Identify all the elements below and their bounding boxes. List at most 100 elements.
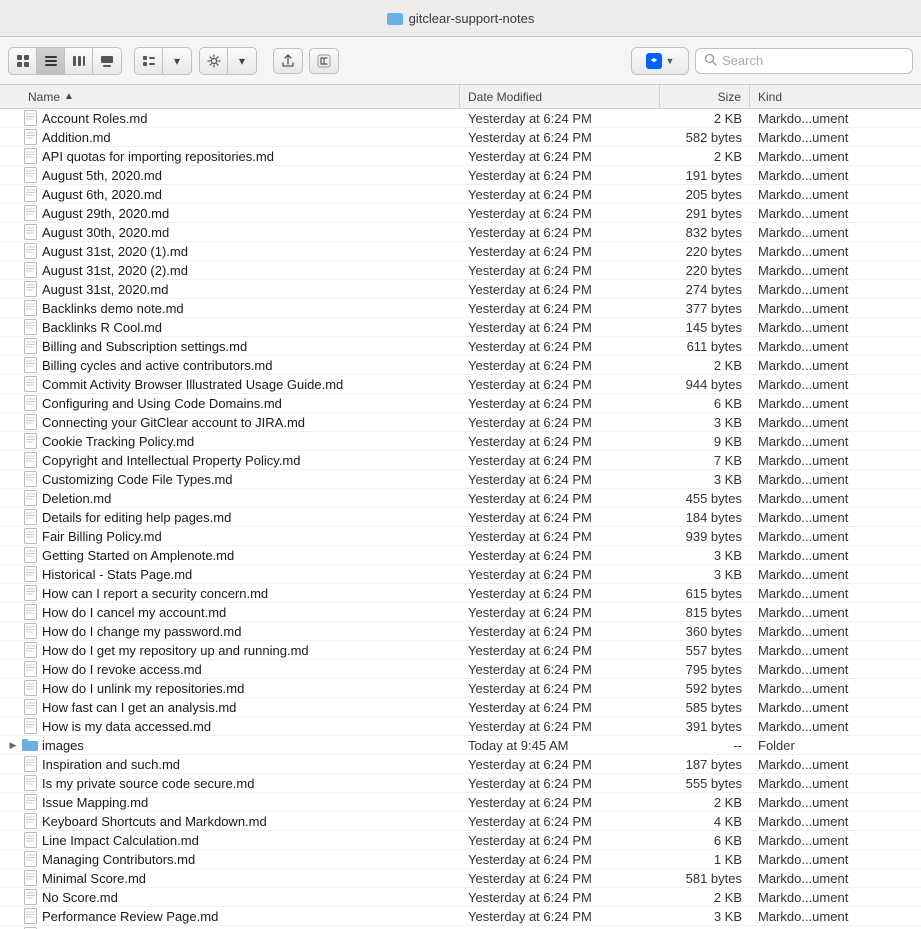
table-row[interactable]: August 31st, 2020 (1).md Yesterday at 6:… — [0, 242, 921, 261]
icon-view-btn[interactable] — [9, 48, 37, 74]
back-btn[interactable] — [309, 48, 339, 74]
col-header-size[interactable]: Size — [660, 85, 750, 108]
doc-icon — [22, 262, 38, 278]
table-row[interactable]: Is my private source code secure.md Yest… — [0, 774, 921, 793]
col-header-kind[interactable]: Kind — [750, 85, 921, 108]
file-size: 2 KB — [660, 358, 750, 373]
file-size: 557 bytes — [660, 643, 750, 658]
group-btn[interactable] — [135, 48, 163, 74]
table-row[interactable]: August 31st, 2020.md Yesterday at 6:24 P… — [0, 280, 921, 299]
file-name-cell: August 31st, 2020 (1).md — [0, 242, 460, 260]
gallery-view-btn[interactable] — [93, 48, 121, 74]
table-row[interactable]: Configuring and Using Code Domains.md Ye… — [0, 394, 921, 413]
group-dropdown-btn[interactable]: ▾ — [163, 48, 191, 74]
table-row[interactable]: Issue Mapping.md Yesterday at 6:24 PM 2 … — [0, 793, 921, 812]
file-date: Yesterday at 6:24 PM — [460, 301, 660, 316]
file-size: 832 bytes — [660, 225, 750, 240]
file-date: Yesterday at 6:24 PM — [460, 719, 660, 734]
table-row[interactable]: Copyright and Intellectual Property Poli… — [0, 451, 921, 470]
file-name-cell: Billing cycles and active contributors.m… — [0, 356, 460, 374]
file-date: Yesterday at 6:24 PM — [460, 567, 660, 582]
table-row[interactable]: Getting Started on Amplenote.md Yesterda… — [0, 546, 921, 565]
file-name-cell: Minimal Score.md — [0, 869, 460, 887]
file-name: How do I cancel my account.md — [42, 605, 226, 620]
col-header-name[interactable]: Name ▲ — [0, 85, 460, 108]
table-row[interactable]: How do I get my repository up and runnin… — [0, 641, 921, 660]
doc-icon — [22, 547, 38, 563]
table-row[interactable]: Performance Review Page.md Yesterday at … — [0, 907, 921, 926]
table-row[interactable]: Customizing Code File Types.md Yesterday… — [0, 470, 921, 489]
table-row[interactable]: Commit Activity Browser Illustrated Usag… — [0, 375, 921, 394]
file-name: Performance Review Page.md — [42, 909, 218, 924]
table-row[interactable]: August 6th, 2020.md Yesterday at 6:24 PM… — [0, 185, 921, 204]
table-row[interactable]: Account Roles.md Yesterday at 6:24 PM 2 … — [0, 109, 921, 128]
table-row[interactable]: How is my data accessed.md Yesterday at … — [0, 717, 921, 736]
table-row[interactable]: Fair Billing Policy.md Yesterday at 6:24… — [0, 527, 921, 546]
group-btn-group[interactable]: ▾ — [134, 47, 192, 75]
table-row[interactable]: ▶ images Today at 9:45 AM -- Folder — [0, 736, 921, 755]
sort-arrow: ▲ — [64, 91, 74, 102]
table-row[interactable]: How do I change my password.md Yesterday… — [0, 622, 921, 641]
table-row[interactable]: Managing Contributors.md Yesterday at 6:… — [0, 850, 921, 869]
table-row[interactable]: Cookie Tracking Policy.md Yesterday at 6… — [0, 432, 921, 451]
toolbar-left: ▾ ▾ — [8, 47, 257, 75]
search-bar[interactable]: Search — [695, 48, 913, 74]
settings-btn[interactable] — [200, 48, 228, 74]
list-view-btn[interactable] — [37, 48, 65, 74]
file-kind: Markdo...ument — [750, 263, 921, 278]
file-name-cell: August 5th, 2020.md — [0, 166, 460, 184]
file-size: 6 KB — [660, 833, 750, 848]
file-name: No Score.md — [42, 890, 118, 905]
table-row[interactable]: How can I report a security concern.md Y… — [0, 584, 921, 603]
file-date: Yesterday at 6:24 PM — [460, 852, 660, 867]
view-mode-group[interactable] — [8, 47, 122, 75]
table-row[interactable]: Inspiration and such.md Yesterday at 6:2… — [0, 755, 921, 774]
file-name-cell: Account Roles.md — [0, 109, 460, 127]
table-row[interactable]: Line Impact Calculation.md Yesterday at … — [0, 831, 921, 850]
table-row[interactable]: No Score.md Yesterday at 6:24 PM 2 KB Ma… — [0, 888, 921, 907]
settings-btn-group[interactable]: ▾ — [199, 47, 257, 75]
toolbar: ▾ ▾ ▼ Search — [0, 37, 921, 85]
table-row[interactable]: API quotas for importing repositories.md… — [0, 147, 921, 166]
table-row[interactable]: August 29th, 2020.md Yesterday at 6:24 P… — [0, 204, 921, 223]
column-view-btn[interactable] — [65, 48, 93, 74]
share-btn[interactable] — [273, 48, 303, 74]
dropbox-btn[interactable]: ▼ — [631, 47, 689, 75]
table-row[interactable]: Deletion.md Yesterday at 6:24 PM 455 byt… — [0, 489, 921, 508]
table-row[interactable]: Billing cycles and active contributors.m… — [0, 356, 921, 375]
file-kind: Markdo...ument — [750, 282, 921, 297]
settings-dropdown-btn[interactable]: ▾ — [228, 48, 256, 74]
table-row[interactable]: How do I unlink my repositories.md Yeste… — [0, 679, 921, 698]
table-row[interactable]: How do I revoke access.md Yesterday at 6… — [0, 660, 921, 679]
file-size: 145 bytes — [660, 320, 750, 335]
file-date: Yesterday at 6:24 PM — [460, 339, 660, 354]
expand-arrow[interactable]: ▶ — [8, 740, 18, 751]
table-row[interactable]: Details for editing help pages.md Yester… — [0, 508, 921, 527]
table-row[interactable]: Backlinks demo note.md Yesterday at 6:24… — [0, 299, 921, 318]
col-kind-label: Kind — [758, 90, 782, 104]
table-row[interactable]: August 31st, 2020 (2).md Yesterday at 6:… — [0, 261, 921, 280]
col-header-date[interactable]: Date Modified — [460, 85, 660, 108]
table-row[interactable]: How do I cancel my account.md Yesterday … — [0, 603, 921, 622]
file-name: Cookie Tracking Policy.md — [42, 434, 194, 449]
table-row[interactable]: How fast can I get an analysis.md Yester… — [0, 698, 921, 717]
table-row[interactable]: August 5th, 2020.md Yesterday at 6:24 PM… — [0, 166, 921, 185]
table-row[interactable]: Keyboard Shortcuts and Markdown.md Yeste… — [0, 812, 921, 831]
doc-icon — [22, 452, 38, 468]
table-row[interactable]: August 30th, 2020.md Yesterday at 6:24 P… — [0, 223, 921, 242]
table-row[interactable]: Billing and Subscription settings.md Yes… — [0, 337, 921, 356]
file-size: 3 KB — [660, 909, 750, 924]
table-row[interactable]: Backlinks R Cool.md Yesterday at 6:24 PM… — [0, 318, 921, 337]
doc-icon — [22, 623, 38, 639]
table-row[interactable]: Historical - Stats Page.md Yesterday at … — [0, 565, 921, 584]
file-name: Line Impact Calculation.md — [42, 833, 199, 848]
doc-icon — [22, 319, 38, 335]
table-row[interactable]: Minimal Score.md Yesterday at 6:24 PM 58… — [0, 869, 921, 888]
file-size: 455 bytes — [660, 491, 750, 506]
table-row[interactable]: Connecting your GitClear account to JIRA… — [0, 413, 921, 432]
table-row[interactable]: Addition.md Yesterday at 6:24 PM 582 byt… — [0, 128, 921, 147]
file-date: Yesterday at 6:24 PM — [460, 149, 660, 164]
folder-icon — [387, 13, 403, 25]
doc-icon — [22, 775, 38, 791]
file-date: Yesterday at 6:24 PM — [460, 624, 660, 639]
